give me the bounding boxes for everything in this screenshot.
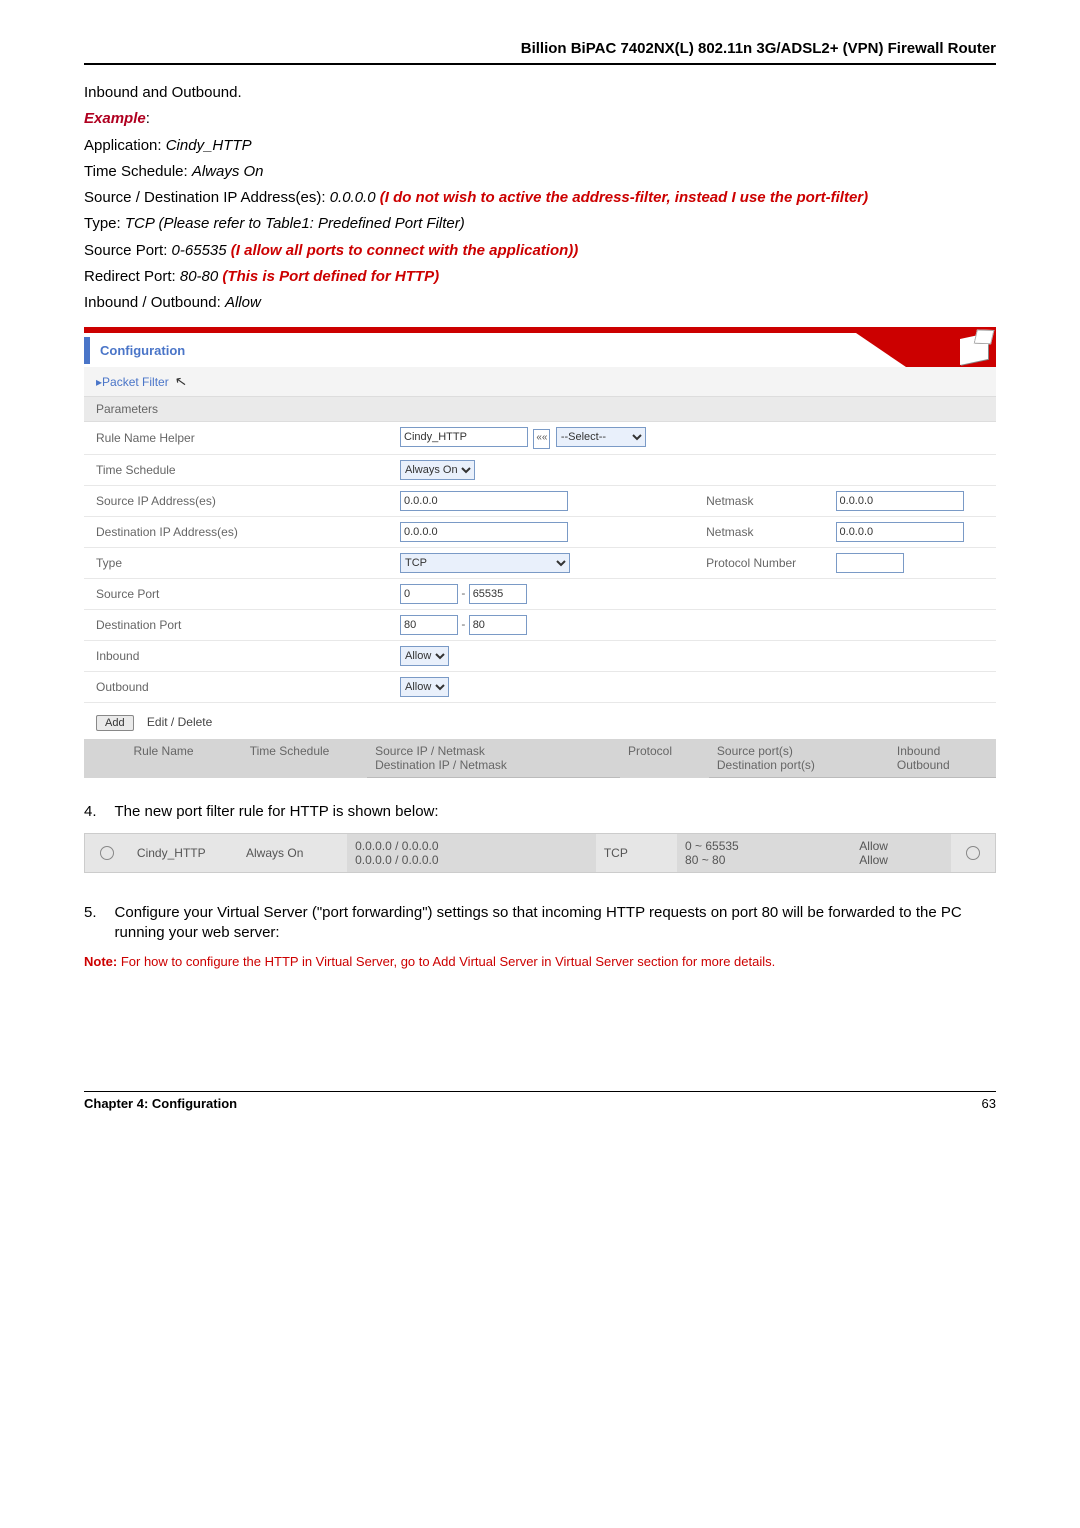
type-label: Type	[84, 548, 388, 579]
redirect-port-line: Redirect Port: 80-80 (This is Port defin…	[84, 267, 996, 287]
rule-io-cell: AllowAllow	[851, 834, 951, 872]
dest-ip-input[interactable]	[400, 522, 568, 542]
result-rule-row: Cindy_HTTP Always On 0.0.0.0 / 0.0.0.00.…	[84, 833, 996, 873]
rule-radio[interactable]	[100, 846, 114, 860]
time-schedule-line: Time Schedule: Always On	[84, 162, 996, 182]
inbound-label: Inbound	[84, 641, 388, 672]
type-line: Type: TCP (Please refer to Table1: Prede…	[84, 214, 996, 234]
intro-text: Inbound and Outbound.	[84, 83, 996, 103]
time-schedule-label: Time Schedule	[84, 455, 388, 486]
rule-name-cell: Cindy_HTTP	[129, 834, 238, 872]
page-title: Billion BiPAC 7402NX(L) 802.11n 3G/ADSL2…	[84, 40, 996, 65]
source-ip-label: Source IP Address(es)	[84, 486, 388, 517]
time-schedule-select[interactable]: Always On	[400, 460, 475, 480]
dest-ip-label: Destination IP Address(es)	[84, 517, 388, 548]
rules-table-header: Rule Name Time Schedule Source IP / Netm…	[84, 739, 996, 778]
edit-delete-label: Edit / Delete	[147, 715, 212, 729]
dest-port-from-input[interactable]	[400, 615, 458, 635]
source-port-from-input[interactable]	[400, 584, 458, 604]
inbound-outbound-line: Inbound / Outbound: Allow	[84, 293, 996, 313]
parameters-form: Rule Name Helper «« --Select-- Time Sche…	[84, 422, 996, 703]
source-port-to-input[interactable]	[469, 584, 527, 604]
protocol-number-input[interactable]	[836, 553, 904, 573]
note-text: Note: For how to configure the HTTP in V…	[84, 953, 996, 971]
dest-netmask-input[interactable]	[836, 522, 964, 542]
dest-port-label: Destination Port	[84, 610, 388, 641]
config-tab: Configuration	[84, 337, 195, 364]
step-4: 4.The new port filter rule for HTTP is s…	[84, 802, 996, 822]
inbound-select[interactable]: Allow	[400, 646, 449, 666]
chapter-label: Chapter 4: Configuration	[84, 1096, 237, 1111]
netmask-label: Netmask	[694, 486, 823, 517]
helper-arrows[interactable]: ««	[533, 429, 550, 449]
rule-name-input[interactable]	[400, 427, 528, 447]
rule-ports-cell: 0 ~ 6553580 ~ 80	[677, 834, 851, 872]
example-label: Example	[84, 110, 146, 127]
rule-name-label: Rule Name Helper	[84, 422, 388, 455]
application-line: Application: Cindy_HTTP	[84, 136, 996, 156]
source-ip-input[interactable]	[400, 491, 568, 511]
helper-select[interactable]: --Select--	[556, 427, 646, 447]
outbound-select[interactable]: Allow	[400, 677, 449, 697]
page-number: 63	[982, 1096, 996, 1111]
cursor-icon: ↖	[173, 372, 188, 391]
type-select[interactable]: TCP	[400, 553, 570, 573]
rule-ip-cell: 0.0.0.0 / 0.0.0.00.0.0.0 / 0.0.0.0	[347, 834, 596, 872]
rule-ts-cell: Always On	[238, 834, 347, 872]
configuration-panel: Configuration ▸Packet Filter↖ Parameters…	[84, 327, 996, 778]
corner-graphic	[866, 333, 996, 367]
source-netmask-input[interactable]	[836, 491, 964, 511]
dest-port-to-input[interactable]	[469, 615, 527, 635]
outbound-label: Outbound	[84, 672, 388, 703]
rule-protocol-cell: TCP	[596, 834, 677, 872]
source-port-label: Source Port	[84, 579, 388, 610]
source-dest-line: Source / Destination IP Address(es): 0.0…	[84, 188, 996, 208]
step-5: 5.Configure your Virtual Server ("port f…	[84, 903, 996, 944]
source-port-line: Source Port: 0-65535 (I allow all ports …	[84, 241, 996, 261]
parameters-heading: Parameters	[84, 397, 996, 422]
rule-delete-radio[interactable]	[966, 846, 980, 860]
protocol-number-label: Protocol Number	[694, 548, 823, 579]
add-button[interactable]: Add	[96, 715, 134, 731]
netmask-label: Netmask	[694, 517, 823, 548]
packet-filter-heading: ▸Packet Filter↖	[84, 367, 996, 397]
